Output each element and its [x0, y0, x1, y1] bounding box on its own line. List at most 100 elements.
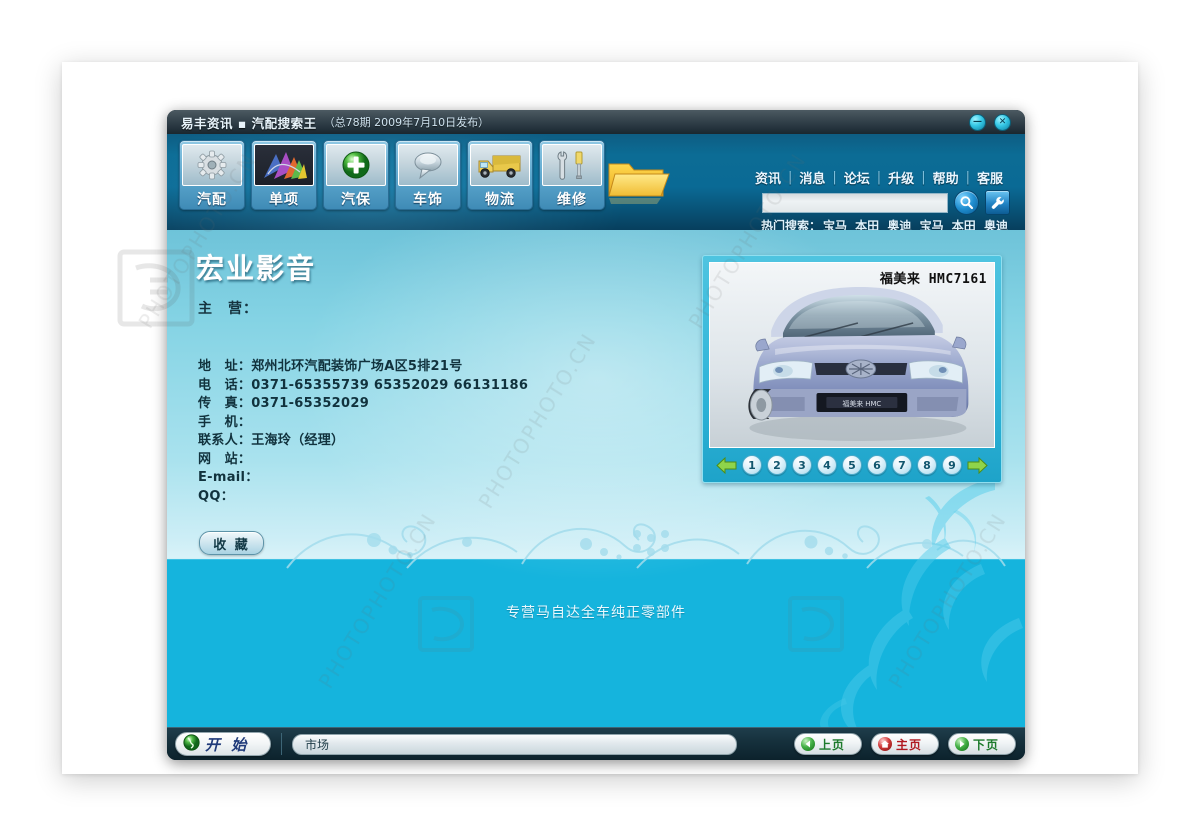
- minimize-icon[interactable]: —: [969, 113, 986, 131]
- shop-name-title: 宏业影音: [196, 252, 317, 285]
- page-9[interactable]: 9: [942, 455, 962, 475]
- hot-search-bar: 热门搜索： 宝马 本田 奥迪 宝马 本田 奥迪: [761, 217, 1010, 230]
- page-8[interactable]: 8: [917, 455, 937, 475]
- toolbar-button-qibao[interactable]: 汽保: [323, 140, 389, 210]
- start-button[interactable]: 开 始: [175, 732, 271, 756]
- home-page-button[interactable]: 主页: [871, 733, 939, 755]
- green-plus-sphere-icon: [326, 144, 386, 186]
- wrench-screwdriver-icon: [542, 144, 602, 186]
- nav-item-xiaoxi[interactable]: 消息: [792, 168, 832, 187]
- hot-search-label: 热门搜索：: [760, 219, 821, 230]
- palette-icon: [254, 144, 314, 186]
- car-photo[interactable]: 福美来 HMC 福美来 HMC7161: [709, 262, 995, 448]
- main-business-label: 主 营：: [198, 301, 258, 317]
- toolbar-button-wuliu[interactable]: 物流: [467, 140, 533, 210]
- toolbar-label: 单项: [269, 192, 299, 208]
- close-icon[interactable]: ✕: [994, 113, 1011, 131]
- field-value: 王海玲（经理）: [251, 433, 345, 448]
- page-7[interactable]: 7: [892, 455, 912, 475]
- toolbar-button-weixiu[interactable]: 维修: [539, 140, 605, 210]
- main-business-line: 主 营：: [198, 298, 258, 318]
- contact-row-qq: QQ：: [198, 488, 528, 507]
- green-globe-icon: [183, 733, 200, 755]
- home-icon: [878, 737, 892, 751]
- toolbar-label: 物流: [485, 192, 515, 208]
- page-2[interactable]: 2: [767, 455, 787, 475]
- navigation-buttons: 上页 主页 下页: [794, 733, 1016, 755]
- page-3[interactable]: 3: [792, 455, 812, 475]
- window-reflection: 开 始 市场 上页 主页 下页: [167, 778, 1025, 824]
- open-folder-icon[interactable]: [605, 154, 675, 206]
- field-value: 0371-65355739 65352029 66131186: [251, 377, 529, 393]
- toolbar-button-cheshi[interactable]: 车饰: [395, 140, 461, 210]
- field-label: 网 站：: [198, 451, 252, 467]
- hot-keyword[interactable]: 宝马: [821, 219, 849, 230]
- top-navigation: 资讯 | 消息 | 论坛 | 升级 | 帮助 | 客服: [748, 168, 1010, 187]
- taskbar-item-shichang[interactable]: 市场: [292, 733, 737, 755]
- toolbar-label: 汽配: [197, 192, 227, 208]
- contact-row-phone: 电 话：0371-65355739 65352029 66131186: [198, 377, 528, 396]
- magnifier-icon[interactable]: [954, 190, 979, 215]
- wrench-icon[interactable]: [985, 190, 1010, 215]
- contact-row-email: E-mail：: [198, 469, 528, 488]
- contact-row-contact-person: 联系人：王海玲（经理）: [198, 432, 528, 451]
- toolbar-button-qipei[interactable]: 汽配: [179, 140, 245, 210]
- page-6[interactable]: 6: [867, 455, 887, 475]
- prev-page-button[interactable]: 上页: [794, 733, 862, 755]
- forward-arrow-icon: [955, 737, 969, 751]
- page-5[interactable]: 5: [842, 455, 862, 475]
- toolbar-label: 维修: [557, 192, 587, 208]
- next-arrow-icon[interactable]: [967, 456, 988, 474]
- toolbar-button-danxiang[interactable]: 单项: [251, 140, 317, 210]
- floral-decoration: [286, 523, 1006, 569]
- photo-panel: 福美来 HMC 福美来 HMC7161 1 2 3 4 5 6 7 8 9: [702, 255, 1002, 483]
- taskbar-separator: [281, 733, 282, 755]
- page-4[interactable]: 4: [817, 455, 837, 475]
- main-toolbar: 汽配 单项 汽保 车饰 物流 维修: [179, 140, 605, 210]
- nav-item-kefu[interactable]: 客服: [970, 168, 1010, 187]
- hot-keyword[interactable]: 奥迪: [982, 219, 1010, 230]
- photo-pagination: 1 2 3 4 5 6 7 8 9: [703, 452, 1001, 478]
- window-subtitle: （总78期 2009年7月10日发布）: [323, 116, 490, 129]
- shop-slogan: 专营马自达全车纯正零部件: [506, 605, 686, 621]
- hot-keyword[interactable]: 宝马: [918, 219, 946, 230]
- field-label: 电 话：: [198, 377, 252, 393]
- search-input[interactable]: [762, 192, 948, 213]
- nav-item-luntan[interactable]: 论坛: [837, 168, 877, 187]
- field-label: QQ：: [198, 488, 235, 504]
- field-label: 传 真：: [198, 396, 252, 411]
- nav-item-shengji[interactable]: 升级: [881, 168, 921, 187]
- favorite-button[interactable]: 收 藏: [199, 531, 264, 555]
- prev-page-label: 上页: [819, 737, 846, 752]
- hot-keyword[interactable]: 奥迪: [885, 219, 913, 230]
- back-arrow-icon: [801, 737, 815, 751]
- toolbar-label: 汽保: [341, 192, 371, 208]
- field-value: 0371-65352029: [251, 396, 370, 411]
- home-page-label: 主页: [896, 737, 923, 752]
- prev-arrow-icon[interactable]: [716, 456, 737, 474]
- nav-item-bangzhu[interactable]: 帮助: [926, 168, 966, 187]
- nav-item-zixun[interactable]: 资讯: [748, 168, 788, 187]
- field-value: 郑州北环汽配装饰广场A区5排21号: [251, 359, 463, 374]
- hot-keyword[interactable]: 本田: [853, 219, 881, 230]
- contact-info-block: 地 址：郑州北环汽配装饰广场A区5排21号 电 话：0371-65355739 …: [198, 358, 528, 506]
- header-bar: 汽配 单项 汽保 车饰 物流 维修 资讯 | 消息 | 论坛 | 升级 | 帮助…: [167, 134, 1025, 230]
- contact-row-fax: 传 真：0371-65352029: [198, 395, 528, 414]
- toolbar-label: 车饰: [413, 192, 443, 208]
- svg-text:福美来 HMC: 福美来 HMC: [842, 399, 881, 408]
- start-button-label: 开 始: [205, 735, 250, 754]
- content-page: 宏业影音 主 营： 地 址：郑州北环汽配装饰广场A区5排21号 电 话：0371…: [167, 230, 1025, 728]
- contact-row-mobile: 手 机：: [198, 414, 528, 433]
- field-label: E-mail：: [198, 470, 259, 485]
- page-1[interactable]: 1: [742, 455, 762, 475]
- taskbar: 开 始 市场 上页 主页 下页: [167, 727, 1025, 760]
- field-label: 手 机：: [198, 414, 252, 430]
- hot-keyword[interactable]: 本田: [950, 219, 978, 230]
- next-page-button[interactable]: 下页: [948, 733, 1016, 755]
- truck-icon: [470, 144, 530, 186]
- contact-row-address: 地 址：郑州北环汽配装饰广场A区5排21号: [198, 358, 528, 377]
- floral-silhouette: [820, 478, 1023, 728]
- gear-icon: [182, 144, 242, 186]
- application-window: 易丰资讯 ▪ 汽配搜索王 （总78期 2009年7月10日发布） — ✕ 汽配 …: [167, 110, 1025, 760]
- title-bar: 易丰资讯 ▪ 汽配搜索王 （总78期 2009年7月10日发布） — ✕: [167, 110, 1025, 135]
